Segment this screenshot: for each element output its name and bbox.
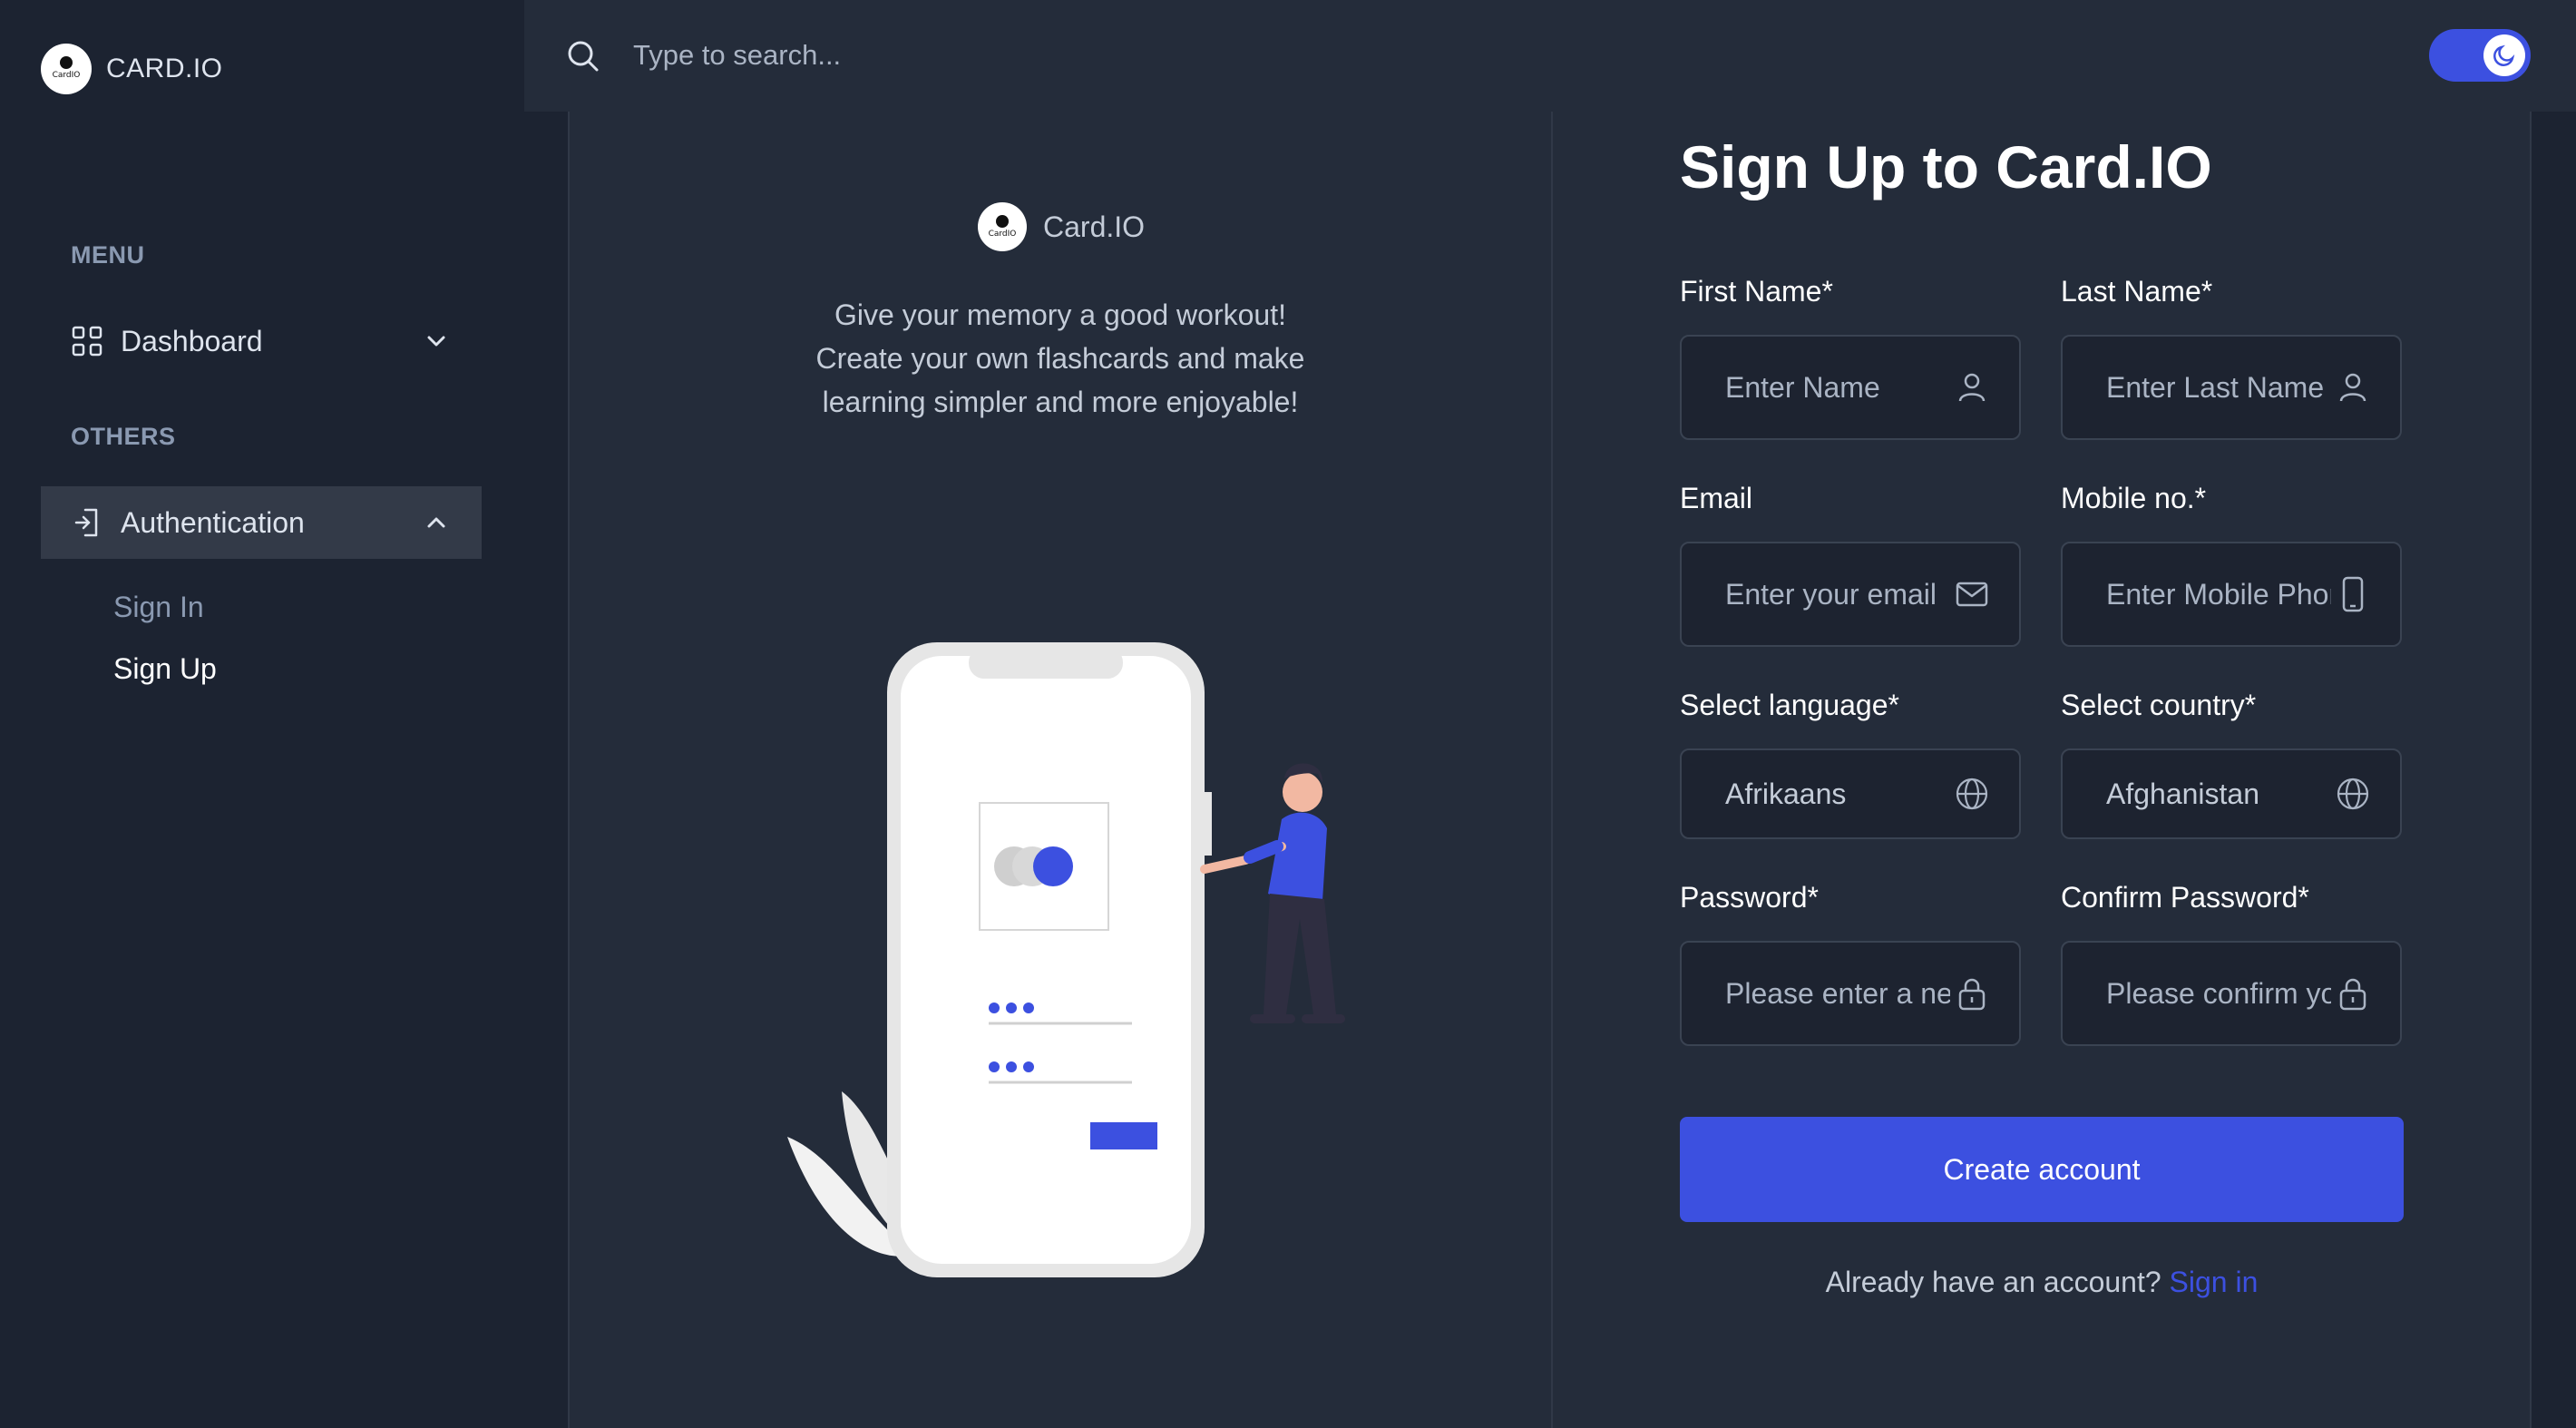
tagline-line: Create your own flashcards and make: [815, 342, 1305, 375]
password-input[interactable]: [1725, 976, 1950, 1011]
grid-icon: [70, 324, 104, 358]
theme-toggle[interactable]: [2429, 29, 2531, 82]
email-input[interactable]: [1725, 577, 1950, 611]
signup-panel: CardIO Card.IO Give your memory a good w…: [568, 112, 2532, 1428]
signup-form: Sign Up to Card.IO First Name* Last Name…: [1553, 112, 2532, 1428]
brand-name: CARD.IO: [106, 54, 223, 83]
mobile-label: Mobile no.*: [2061, 482, 2207, 514]
language-label: Select language*: [1680, 689, 1899, 721]
card-brand: CardIO Card.IO: [978, 202, 1145, 251]
country-select[interactable]: Afghanistan: [2061, 748, 2402, 839]
sidebar-item-dashboard[interactable]: Dashboard: [41, 305, 482, 377]
first-name-label: First Name*: [1680, 275, 1833, 308]
search-icon: [568, 41, 599, 72]
sidebar-item-authentication[interactable]: Authentication: [41, 486, 482, 559]
moon-icon: [2493, 44, 2515, 66]
login-icon: [70, 505, 104, 540]
email-label: Email: [1680, 482, 1753, 514]
top-header: [524, 0, 2576, 112]
confirm-password-input[interactable]: [2106, 976, 2331, 1011]
logo-icon: CardIO: [41, 44, 92, 94]
chevron-up-icon: [427, 517, 445, 528]
password-field[interactable]: [1680, 941, 2021, 1046]
brand-logo-link[interactable]: CardIO CARD.IO: [41, 44, 223, 94]
last-name-label: Last Name*: [2061, 275, 2213, 308]
language-select[interactable]: Afrikaans: [1680, 748, 2021, 839]
mobile-input[interactable]: [2106, 577, 2331, 611]
signup-illustration: [787, 642, 1345, 1277]
menu-group-label: MENU: [71, 241, 145, 269]
tagline-line: learning simpler and more enjoyable!: [822, 386, 1299, 418]
email-field[interactable]: [1680, 542, 2021, 647]
language-value: Afrikaans: [1725, 777, 1847, 810]
password-label: Password*: [1680, 881, 1819, 914]
first-name-input[interactable]: [1725, 370, 1950, 405]
logo-icon: CardIO: [978, 202, 1027, 251]
last-name-input[interactable]: [2106, 370, 2331, 405]
lock-icon: [2339, 978, 2366, 1011]
main-content: CardIO Card.IO Give your memory a good w…: [524, 112, 2576, 1428]
confirm-password-label: Confirm Password*: [2061, 881, 2309, 914]
page-title: Sign Up to Card.IO: [1680, 133, 2212, 201]
confirm-password-field[interactable]: [2061, 941, 2402, 1046]
mail-icon: [1956, 582, 1988, 607]
signin-prompt: Already have an account? Sign in: [1680, 1266, 2404, 1299]
lock-icon: [1958, 978, 1986, 1011]
user-icon: [2339, 373, 2366, 402]
sign-in-link[interactable]: Sign in: [2170, 1266, 2259, 1298]
chevron-down-icon: [427, 336, 445, 347]
first-name-field[interactable]: [1680, 335, 2021, 440]
sidebar-subitem-sign-in[interactable]: Sign In: [113, 591, 204, 624]
country-value: Afghanistan: [2106, 777, 2260, 810]
sidebar-subitem-sign-up[interactable]: Sign Up: [113, 652, 217, 686]
country-label: Select country*: [2061, 689, 2257, 721]
others-group-label: OTHERS: [71, 423, 176, 450]
signin-prompt-text: Already have an account?: [1825, 1266, 2161, 1298]
user-icon: [1958, 373, 1986, 402]
card-brand-name: Card.IO: [1043, 210, 1146, 243]
tagline-line: Give your memory a good workout!: [834, 298, 1286, 331]
sidebar-item-label: Dashboard: [121, 324, 263, 357]
search-input[interactable]: [633, 33, 1268, 78]
last-name-field[interactable]: [2061, 335, 2402, 440]
mobile-field[interactable]: [2061, 542, 2402, 647]
sidebar: CardIO CARD.IO MENU Dashboard OTHERS Aut…: [0, 0, 524, 1428]
tagline: Give your memory a good workout! Create …: [570, 293, 1551, 424]
sidebar-item-label: Authentication: [121, 505, 305, 539]
globe-icon: [2337, 778, 2369, 810]
promo-pane: CardIO Card.IO Give your memory a good w…: [570, 112, 1551, 1428]
globe-icon: [1956, 778, 1988, 810]
create-account-button[interactable]: Create account: [1680, 1117, 2404, 1222]
phone-icon: [2342, 576, 2364, 612]
